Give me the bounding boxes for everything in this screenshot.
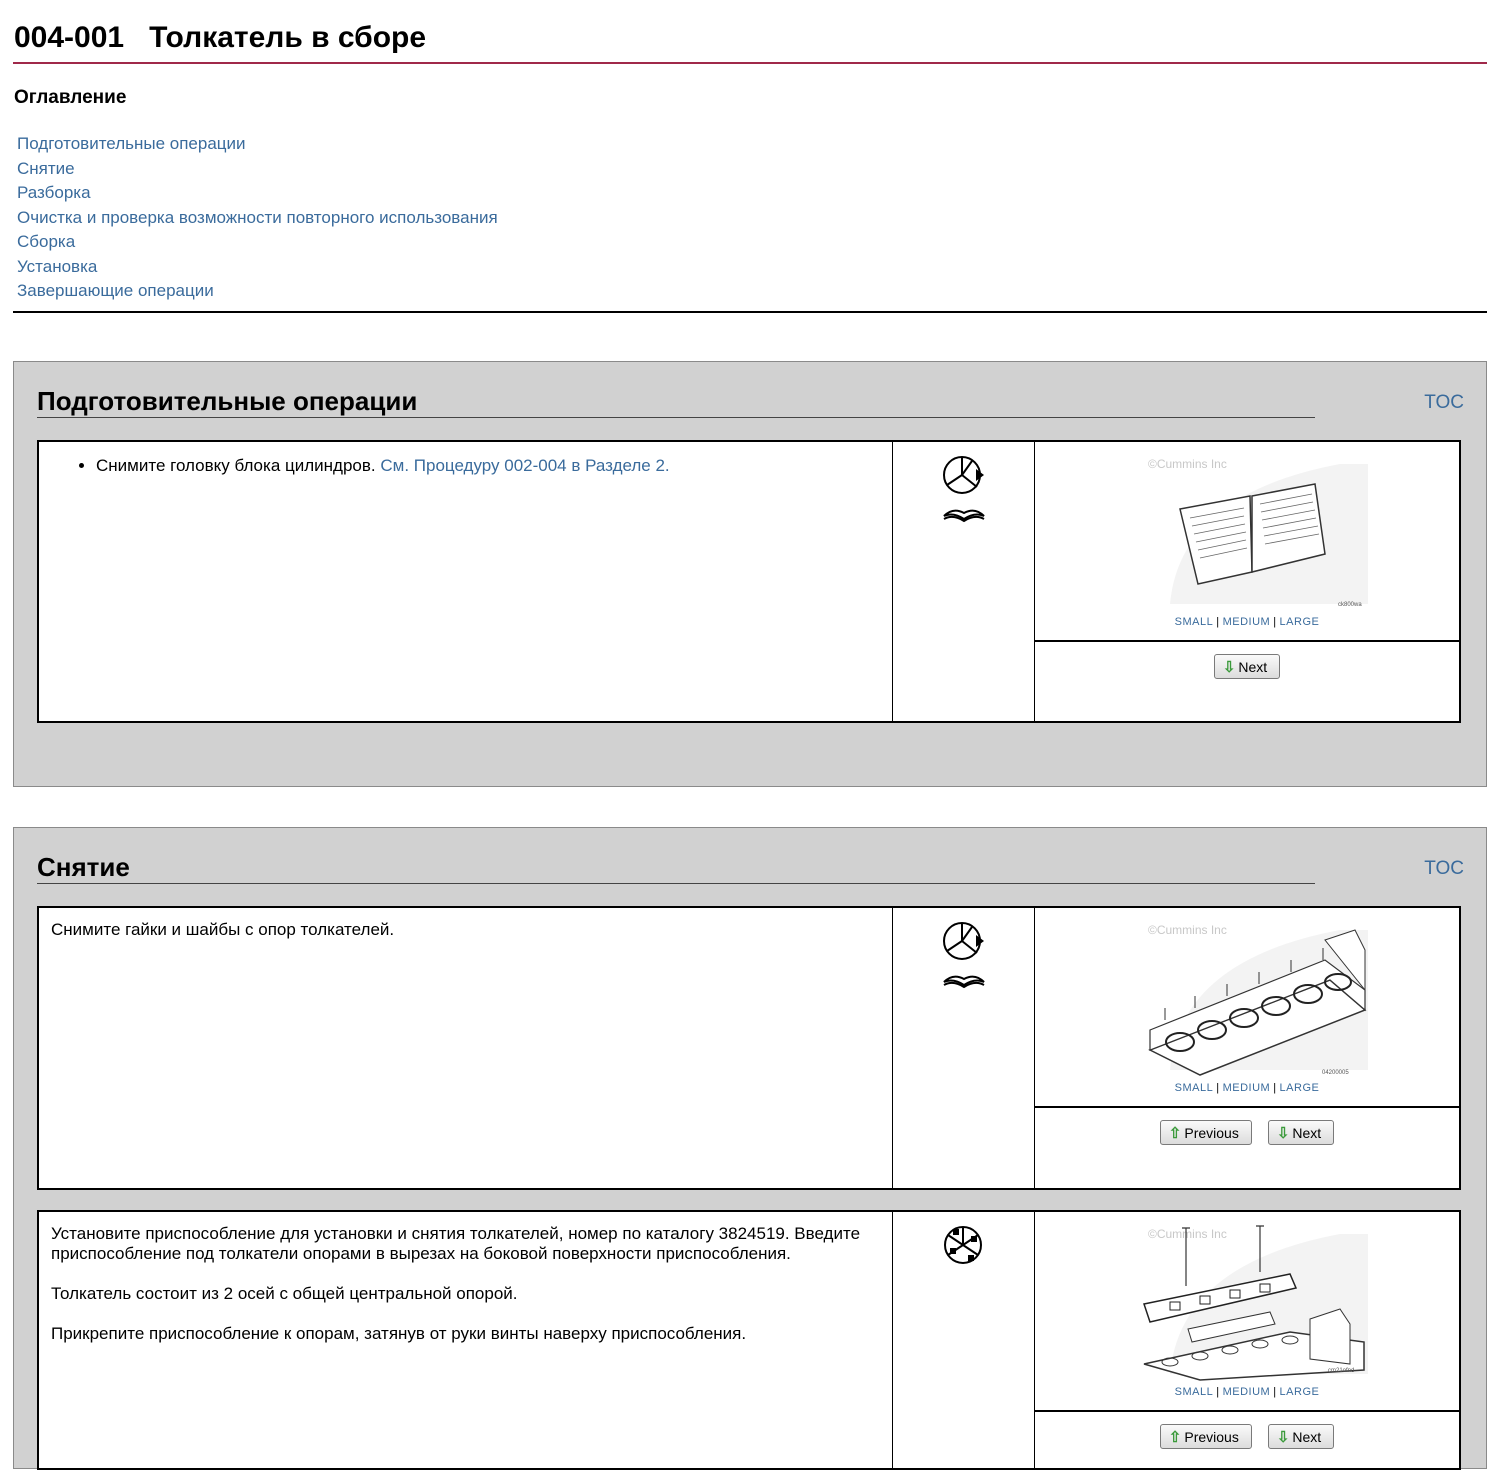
tool-install-illustration[interactable]: ©Cummins Inc cm21ofnd [1140, 1224, 1368, 1382]
step-media: ©Cummins Inc 04200005 SMALL | MEDIUM | L… [1035, 908, 1459, 1188]
instruction-text: Снимите головку блока цилиндров. [96, 456, 376, 475]
step-nav: ⇧ Previous ⇩ Next [1035, 1108, 1459, 1188]
title-divider [13, 62, 1487, 64]
image-watermark: ©Cummins Inc [1148, 1227, 1227, 1241]
arrow-down-icon: ⇩ [1222, 658, 1236, 676]
next-button[interactable]: ⇩ Next [1267, 1120, 1335, 1145]
previous-button[interactable]: ⇧ Previous [1159, 1424, 1252, 1449]
toc-link-finishing[interactable]: Завершающие операции [17, 279, 498, 304]
page-title: 004-001 Толкатель в сборе [14, 18, 426, 58]
special-tool-icon [943, 1226, 982, 1264]
step-media: ©Cummins Inc cm21ofnd SMALL | MEDIUM | L… [1035, 1212, 1459, 1468]
step-nav: ⇩ Next [1035, 642, 1459, 721]
step-row: Снимите головку блока цилиндров. См. Про… [37, 440, 1461, 723]
arrow-down-icon: ⇩ [1276, 1124, 1290, 1142]
next-button[interactable]: ⇩ Next [1213, 654, 1281, 679]
illustration-panel: ©Cummins Inc ck800wa SMALL | MEDIUM | LARGE [1035, 442, 1459, 642]
step-nav: ⇧ Previous ⇩ Next [1035, 1412, 1459, 1468]
image-code: 04200005 [1322, 1070, 1349, 1076]
manual-illustration[interactable]: ©Cummins Inc ck800wa [1140, 454, 1368, 612]
size-medium-link[interactable]: MEDIUM [1223, 616, 1271, 628]
section-removal: Снятие TOC Снимите гайки и шайбы с опор … [13, 827, 1487, 1470]
toc-link-cleaning[interactable]: Очистка и проверка возможности повторног… [17, 206, 498, 231]
size-small-link[interactable]: SMALL [1175, 1386, 1214, 1398]
instruction-text: Установите приспособление для установки … [51, 1224, 861, 1263]
list-item: Снимите головку блока цилиндров. См. Про… [96, 456, 880, 476]
toc-heading: Оглавление [14, 87, 127, 108]
toc-link-installation[interactable]: Установка [17, 255, 498, 280]
step-text: Установите приспособление для установки … [39, 1212, 893, 1468]
size-large-link[interactable]: LARGE [1280, 616, 1320, 628]
wrench-clock-icon [942, 922, 984, 960]
step-media: ©Cummins Inc ck800wa SMALL | MEDIUM | LARGE … [1035, 442, 1459, 721]
size-large-link[interactable]: LARGE [1280, 1386, 1320, 1398]
instruction-text: Толкатель состоит из 2 осей с общей цент… [51, 1284, 518, 1303]
step-icons [893, 442, 1035, 721]
section-preparatory: Подготовительные операции TOC Снимите го… [13, 361, 1487, 787]
toc-divider [13, 311, 1487, 313]
step-icons [893, 1212, 1035, 1468]
toc-link-assembly[interactable]: Сборка [17, 230, 498, 255]
toc-list: Подготовительные операции Снятие Разборк… [17, 132, 498, 304]
image-size-links: SMALL | MEDIUM | LARGE [1174, 1386, 1320, 1398]
arrow-down-icon: ⇩ [1276, 1428, 1290, 1446]
size-small-link[interactable]: SMALL [1175, 1082, 1214, 1094]
illustration-panel: ©Cummins Inc cm21ofnd SMALL | MEDIUM | L… [1035, 1212, 1459, 1412]
arrow-up-icon: ⇧ [1168, 1428, 1182, 1446]
section-title: Снятие [37, 852, 1315, 884]
step-row: Установите приспособление для установки … [37, 1210, 1461, 1470]
size-small-link[interactable]: SMALL [1175, 616, 1214, 628]
toc-link-disassembly[interactable]: Разборка [17, 181, 498, 206]
step-text: Снимите головку блока цилиндров. См. Про… [39, 442, 893, 721]
toc-back-link[interactable]: TOC [1424, 392, 1464, 414]
manual-book-icon [942, 509, 985, 523]
size-medium-link[interactable]: MEDIUM [1223, 1082, 1271, 1094]
section-title: Подготовительные операции [37, 386, 1315, 418]
toc-link-preparatory[interactable]: Подготовительные операции [17, 132, 498, 157]
image-code: cm21ofnd [1328, 1368, 1354, 1374]
toc-back-link[interactable]: TOC [1424, 858, 1464, 880]
size-large-link[interactable]: LARGE [1280, 1082, 1320, 1094]
toc-link-removal[interactable]: Снятие [17, 157, 498, 182]
image-code: ck800wa [1338, 602, 1362, 608]
instruction-text: Прикрепите приспособление к опорам, затя… [51, 1324, 747, 1343]
image-size-links: SMALL | MEDIUM | LARGE [1174, 1082, 1320, 1094]
image-watermark: ©Cummins Inc [1148, 457, 1227, 471]
size-medium-link[interactable]: MEDIUM [1223, 1386, 1271, 1398]
image-size-links: SMALL | MEDIUM | LARGE [1174, 616, 1320, 628]
next-button[interactable]: ⇩ Next [1267, 1424, 1335, 1449]
procedure-link[interactable]: См. Процедуру 002-004 в Разделе 2. [380, 456, 669, 475]
engine-head-illustration[interactable]: ©Cummins Inc 04200005 [1140, 920, 1368, 1078]
procedure-number: 004-001 [14, 21, 125, 54]
step-text: Снимите гайки и шайбы с опор толкателей. [39, 908, 893, 1188]
instruction-text: Снимите гайки и шайбы с опор толкателей. [51, 920, 395, 939]
wrench-clock-icon [942, 456, 984, 494]
procedure-title: Толкатель в сборе [149, 21, 427, 54]
illustration-panel: ©Cummins Inc 04200005 SMALL | MEDIUM | L… [1035, 908, 1459, 1108]
image-watermark: ©Cummins Inc [1148, 923, 1227, 937]
step-row: Снимите гайки и шайбы с опор толкателей.… [37, 906, 1461, 1190]
arrow-up-icon: ⇧ [1168, 1124, 1182, 1142]
previous-button[interactable]: ⇧ Previous [1159, 1120, 1252, 1145]
step-icons [893, 908, 1035, 1188]
manual-book-icon [942, 975, 985, 989]
